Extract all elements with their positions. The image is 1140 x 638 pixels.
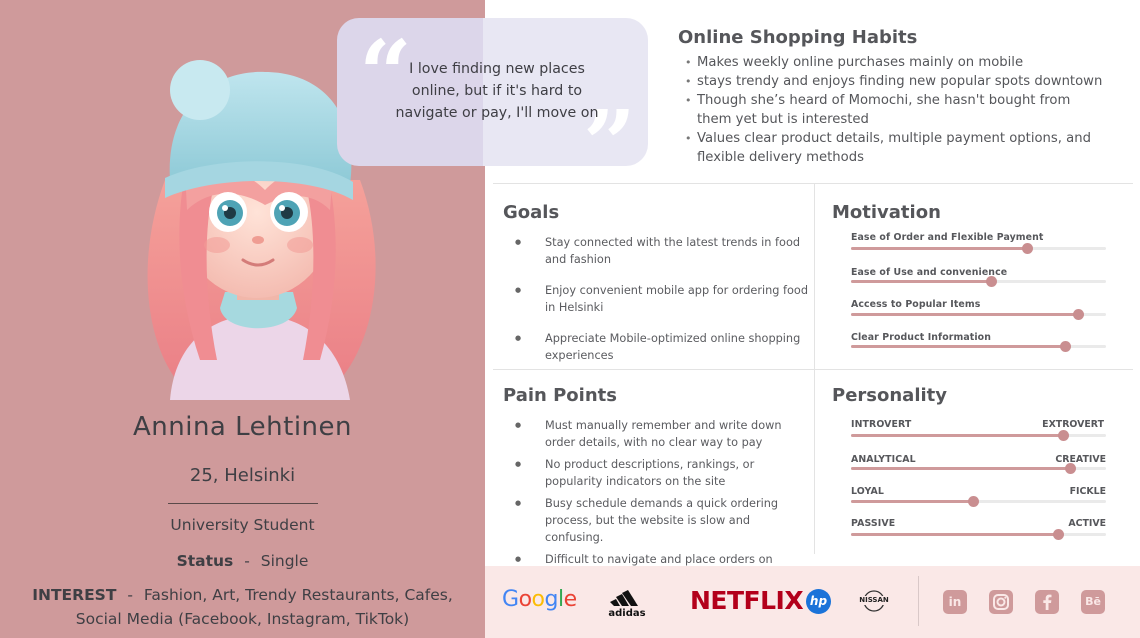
instagram-glyph-icon bbox=[993, 594, 1009, 610]
motivation-bar-fill bbox=[851, 247, 1027, 250]
motivation-bar-fill bbox=[851, 313, 1078, 316]
personality-right-label: FICKLE bbox=[1069, 486, 1106, 497]
adidas-wordmark: adidas bbox=[608, 608, 646, 619]
personality-left-label: INTROVERT bbox=[851, 419, 912, 430]
list-item: Appreciate Mobile-optimized online shopp… bbox=[513, 330, 811, 364]
facebook-glyph-icon bbox=[1043, 594, 1052, 610]
column-divider bbox=[814, 184, 815, 554]
interest-separator: - bbox=[127, 586, 133, 604]
persona-name: Annina Lehtinen bbox=[132, 412, 353, 442]
personality-right-label: ACTIVE bbox=[1068, 518, 1106, 529]
personality-right-label: EXTROVERT bbox=[1042, 419, 1104, 430]
status-label: Status bbox=[176, 552, 234, 570]
linkedin-icon[interactable]: in bbox=[943, 590, 967, 614]
personality-bar-fill bbox=[851, 467, 1071, 470]
hp-logo: hp bbox=[806, 589, 831, 614]
persona-age-location: 25, Helsinki bbox=[189, 465, 296, 486]
motivation-bar bbox=[851, 243, 1106, 254]
motivation-title: Motivation bbox=[832, 202, 941, 223]
adidas-stripes-icon bbox=[610, 590, 638, 606]
motivation-bar-fill bbox=[851, 280, 992, 283]
motivation-label: Ease of Use and convenience bbox=[851, 267, 1008, 278]
personality-bar bbox=[851, 529, 1106, 540]
interest-label: INTEREST bbox=[32, 586, 117, 604]
pain-points-list: Must manually remember and write down or… bbox=[513, 417, 811, 585]
personality-bar-knob bbox=[1057, 430, 1069, 441]
quote-bubble: “ ” I love finding new places online, bu… bbox=[337, 18, 648, 190]
personality-bar-fill bbox=[851, 533, 1058, 536]
personality-bar bbox=[851, 463, 1106, 474]
nissan-wordmark: NISSAN bbox=[856, 596, 892, 605]
status-value: Single bbox=[260, 552, 309, 570]
motivation-label: Access to Popular Items bbox=[851, 299, 981, 310]
behance-icon[interactable]: Bē bbox=[1081, 590, 1105, 614]
quote-text: I love finding new places online, but if… bbox=[395, 61, 599, 121]
persona-interest: INTEREST - Fashion, Art, Trendy Restaura… bbox=[20, 583, 465, 631]
personality-bar bbox=[851, 430, 1106, 441]
personality-left-label: ANALYTICAL bbox=[851, 454, 916, 465]
motivation-bar bbox=[851, 341, 1106, 352]
netflix-logo: NETFLIX bbox=[690, 586, 804, 615]
personality-left-label: LOYAL bbox=[851, 486, 884, 497]
list-item: Stay connected with the latest trends in… bbox=[513, 234, 811, 268]
motivation-label: Ease of Order and Flexible Payment bbox=[851, 232, 1044, 243]
facebook-icon[interactable] bbox=[1035, 590, 1059, 614]
persona-occupation: University Student bbox=[170, 516, 315, 534]
motivation-bar-fill bbox=[851, 345, 1066, 348]
profile-divider bbox=[168, 503, 318, 504]
personality-left-label: PASSIVE bbox=[851, 518, 896, 529]
habits-list: Makes weekly online purchases mainly on … bbox=[683, 53, 1103, 167]
personality-right-label: CREATIVE bbox=[1055, 454, 1106, 465]
goals-title: Goals bbox=[503, 202, 560, 223]
motivation-bar bbox=[851, 276, 1106, 287]
list-item: Values clear product details, multiple p… bbox=[683, 129, 1103, 167]
section-divider bbox=[493, 183, 1133, 184]
motivation-bar-knob bbox=[1072, 309, 1084, 320]
personality-bar-fill bbox=[851, 434, 1063, 437]
list-item: stays trendy and enjoys finding new popu… bbox=[683, 72, 1103, 91]
adidas-logo: adidas bbox=[606, 590, 648, 619]
list-item: Must manually remember and write down or… bbox=[513, 417, 811, 451]
habits-title: Online Shopping Habits bbox=[678, 27, 918, 48]
motivation-label: Clear Product Information bbox=[851, 332, 991, 343]
list-item: Makes weekly online purchases mainly on … bbox=[683, 53, 1103, 72]
google-logo: Google bbox=[502, 587, 577, 612]
motivation-bar bbox=[851, 309, 1106, 320]
instagram-icon[interactable] bbox=[989, 590, 1013, 614]
list-item: Enjoy convenient mobile app for ordering… bbox=[513, 282, 811, 316]
motivation-bar-knob bbox=[1021, 243, 1033, 254]
personality-title: Personality bbox=[832, 385, 947, 406]
list-item: Though she’s heard of Momochi, she hasn'… bbox=[683, 91, 1103, 129]
personality-bar-fill bbox=[851, 500, 974, 503]
section-divider bbox=[493, 369, 1133, 370]
status-separator: - bbox=[244, 552, 250, 570]
footer-divider bbox=[918, 576, 919, 626]
persona-status: Status - Single bbox=[0, 552, 485, 570]
list-item: Busy schedule demands a quick ordering p… bbox=[513, 495, 811, 546]
nissan-logo: NISSAN bbox=[856, 589, 892, 613]
pain-points-title: Pain Points bbox=[503, 385, 617, 406]
personality-bar bbox=[851, 496, 1106, 507]
goals-list: Stay connected with the latest trends in… bbox=[513, 234, 811, 364]
list-item: No product descriptions, rankings, or po… bbox=[513, 456, 811, 490]
personality-bar-knob bbox=[1052, 529, 1064, 540]
